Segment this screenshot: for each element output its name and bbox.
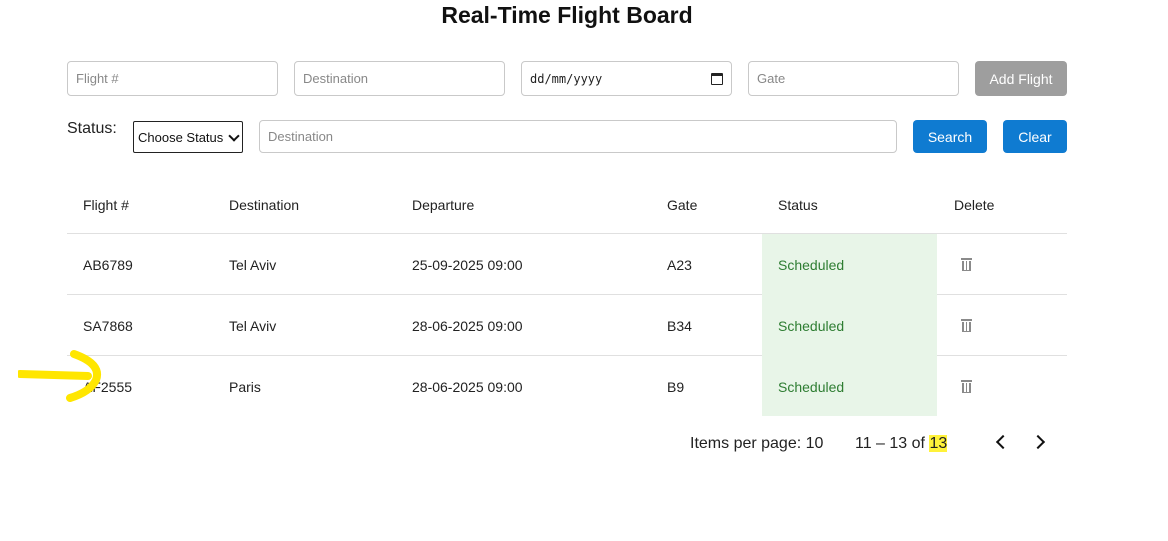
cell-status: Scheduled — [778, 379, 845, 395]
items-per-page-select[interactable]: 10 — [806, 435, 824, 452]
column-header-status[interactable]: Status — [778, 197, 818, 213]
total-count: 13 — [929, 435, 948, 452]
calendar-icon[interactable] — [711, 72, 723, 85]
date-placeholder: dd/mm/yyyy — [530, 71, 603, 86]
column-header-destination[interactable]: Destination — [229, 197, 299, 213]
flight-number-input[interactable] — [67, 61, 278, 96]
cell-gate: B34 — [667, 318, 692, 334]
trash-icon[interactable] — [961, 319, 972, 332]
cell-status: Scheduled — [778, 318, 845, 334]
column-header-flight[interactable]: Flight # — [83, 197, 129, 213]
column-header-delete: Delete — [954, 197, 995, 213]
gate-input[interactable] — [748, 61, 959, 96]
cell-departure: 25-09-2025 09:00 — [412, 257, 523, 273]
chevron-left-icon[interactable] — [995, 434, 1011, 450]
cell-gate: A23 — [667, 257, 692, 273]
cell-flight: SA7868 — [83, 318, 133, 334]
cell-destination: Paris — [229, 379, 261, 395]
destination-filter-input[interactable] — [259, 120, 897, 153]
add-flight-button[interactable]: Add Flight — [975, 61, 1067, 96]
cell-gate: B9 — [667, 379, 685, 395]
chevron-right-icon[interactable] — [1030, 434, 1046, 450]
departure-date-input[interactable]: dd/mm/yyyy — [521, 61, 732, 96]
chevron-down-icon — [228, 130, 240, 142]
status-select[interactable]: Choose Status — [133, 121, 243, 153]
trash-icon[interactable] — [961, 380, 972, 393]
cell-departure: 28-06-2025 09:00 — [412, 318, 523, 334]
search-button[interactable]: Search — [913, 120, 987, 153]
cell-destination: Tel Aviv — [229, 257, 277, 273]
cell-flight: AB6789 — [83, 257, 133, 273]
status-filter-label: Status: — [67, 120, 117, 137]
column-header-gate[interactable]: Gate — [667, 197, 697, 213]
cell-status: Scheduled — [778, 257, 845, 273]
destination-input[interactable] — [294, 61, 505, 96]
page-range: 11 – 13 of 13 — [855, 435, 948, 452]
clear-button[interactable]: Clear — [1003, 120, 1067, 153]
items-per-page-label: Items per page: 10 — [690, 435, 824, 452]
page-title: Real-Time Flight Board — [441, 2, 693, 28]
status-select-value: Choose Status — [138, 129, 224, 145]
trash-icon[interactable] — [961, 258, 972, 271]
cell-destination: Tel Aviv — [229, 318, 277, 334]
column-header-departure[interactable]: Departure — [412, 197, 474, 213]
annotation-arrow-icon — [18, 350, 101, 402]
cell-departure: 28-06-2025 09:00 — [412, 379, 523, 395]
